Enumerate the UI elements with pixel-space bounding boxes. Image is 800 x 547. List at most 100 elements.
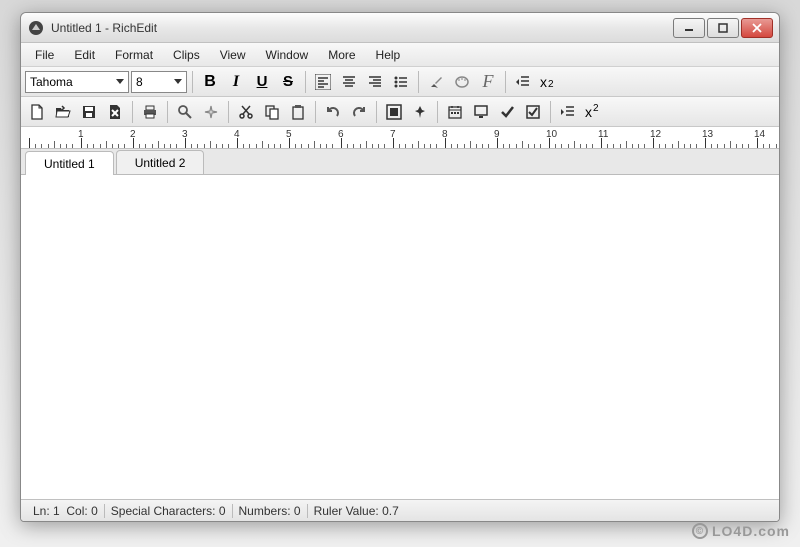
window-title: Untitled 1 - RichEdit xyxy=(51,21,673,35)
align-right-button[interactable] xyxy=(363,70,387,94)
tab-label: Untitled 2 xyxy=(135,156,186,170)
script-f-icon: F xyxy=(483,71,494,92)
calendar-icon xyxy=(447,104,463,120)
menubar: File Edit Format Clips View Window More … xyxy=(21,43,779,67)
tab-untitled-1[interactable]: Untitled 1 xyxy=(25,151,114,175)
select-all-icon xyxy=(386,104,402,120)
menu-window[interactable]: Window xyxy=(256,45,319,65)
color-button[interactable] xyxy=(450,70,474,94)
sparkle-icon xyxy=(203,104,219,120)
print-icon xyxy=(142,104,158,120)
align-left-button[interactable] xyxy=(311,70,335,94)
separator xyxy=(505,71,506,93)
italic-icon: I xyxy=(233,73,239,91)
font-size-combo[interactable]: 8 xyxy=(131,71,187,93)
titlebar[interactable]: Untitled 1 - RichEdit xyxy=(21,13,779,43)
menu-edit[interactable]: Edit xyxy=(64,45,105,65)
minimize-button[interactable] xyxy=(673,18,705,38)
menu-more[interactable]: More xyxy=(318,45,365,65)
increase-indent-button[interactable] xyxy=(556,100,580,124)
close-file-icon xyxy=(107,104,123,120)
clear-button[interactable] xyxy=(199,100,223,124)
strike-icon: S xyxy=(283,73,293,90)
scissors-icon xyxy=(238,104,254,120)
save-button[interactable] xyxy=(77,100,101,124)
indent-icon xyxy=(560,104,576,120)
paste-button[interactable] xyxy=(286,100,310,124)
underline-icon: U xyxy=(257,73,268,90)
check-button[interactable] xyxy=(495,100,519,124)
checkbox-button[interactable] xyxy=(521,100,545,124)
watermark-icon: © xyxy=(692,523,708,539)
close-button[interactable] xyxy=(741,18,773,38)
underline-button[interactable]: U xyxy=(250,70,274,94)
maximize-button[interactable] xyxy=(707,18,739,38)
tab-untitled-2[interactable]: Untitled 2 xyxy=(116,150,205,174)
superscript-button[interactable]: x2 xyxy=(582,100,602,124)
separator xyxy=(437,101,438,123)
new-button[interactable] xyxy=(25,100,49,124)
app-window: Untitled 1 - RichEdit File Edit Format C… xyxy=(20,12,780,522)
print-button[interactable] xyxy=(138,100,162,124)
separator xyxy=(167,101,168,123)
font-family-combo[interactable]: Tahoma xyxy=(25,71,129,93)
search-icon xyxy=(177,104,193,120)
menu-help[interactable]: Help xyxy=(366,45,411,65)
pin-button[interactable] xyxy=(408,100,432,124)
window-controls xyxy=(673,18,773,38)
status-line-col: Ln: 1 Col: 0 xyxy=(27,504,105,518)
horizontal-ruler[interactable]: 1234567891011121314 xyxy=(21,127,779,149)
separator xyxy=(305,71,306,93)
strikethrough-button[interactable]: S xyxy=(276,70,300,94)
copy-icon xyxy=(264,104,280,120)
format-paint-button[interactable] xyxy=(424,70,448,94)
standard-toolbar: x2 xyxy=(21,97,779,127)
bullet-list-button[interactable] xyxy=(389,70,413,94)
bullet-list-icon xyxy=(393,74,409,90)
open-button[interactable] xyxy=(51,100,75,124)
checkbox-icon xyxy=(525,104,541,120)
superscript-x: x xyxy=(585,104,592,120)
menu-format[interactable]: Format xyxy=(105,45,163,65)
monitor-icon xyxy=(473,104,489,120)
menu-clips[interactable]: Clips xyxy=(163,45,210,65)
bold-button[interactable]: B xyxy=(198,70,222,94)
statusbar: Ln: 1 Col: 0 Special Characters: 0 Numbe… xyxy=(21,499,779,521)
select-all-button[interactable] xyxy=(382,100,406,124)
separator xyxy=(376,101,377,123)
status-ruler-value: Ruler Value: 0.7 xyxy=(308,504,405,518)
bold-icon: B xyxy=(204,73,216,91)
preview-button[interactable] xyxy=(469,100,493,124)
watermark-text: LO4D.com xyxy=(712,523,790,539)
date-button[interactable] xyxy=(443,100,467,124)
menu-file[interactable]: File xyxy=(25,45,64,65)
undo-button[interactable] xyxy=(321,100,345,124)
subscript-2: 2 xyxy=(548,79,554,90)
align-left-icon xyxy=(315,74,331,90)
chevron-down-icon xyxy=(116,79,124,84)
redo-button[interactable] xyxy=(347,100,371,124)
font-family-value: Tahoma xyxy=(30,75,112,89)
close-file-button[interactable] xyxy=(103,100,127,124)
pin-icon xyxy=(412,104,428,120)
italic-button[interactable]: I xyxy=(224,70,248,94)
cut-button[interactable] xyxy=(234,100,258,124)
align-center-icon xyxy=(341,74,357,90)
text-editor[interactable] xyxy=(21,175,779,499)
app-icon xyxy=(27,19,45,37)
separator xyxy=(550,101,551,123)
separator xyxy=(228,101,229,123)
watermark: © LO4D.com xyxy=(692,523,790,539)
palette-icon xyxy=(454,74,470,90)
align-center-button[interactable] xyxy=(337,70,361,94)
subscript-button[interactable]: x2 xyxy=(537,70,557,94)
separator xyxy=(132,101,133,123)
copy-button[interactable] xyxy=(260,100,284,124)
find-button[interactable] xyxy=(173,100,197,124)
menu-view[interactable]: View xyxy=(210,45,256,65)
align-right-icon xyxy=(367,74,383,90)
font-size-value: 8 xyxy=(136,75,170,89)
font-style-button[interactable]: F xyxy=(476,70,500,94)
decrease-indent-button[interactable] xyxy=(511,70,535,94)
check-icon xyxy=(499,104,515,120)
